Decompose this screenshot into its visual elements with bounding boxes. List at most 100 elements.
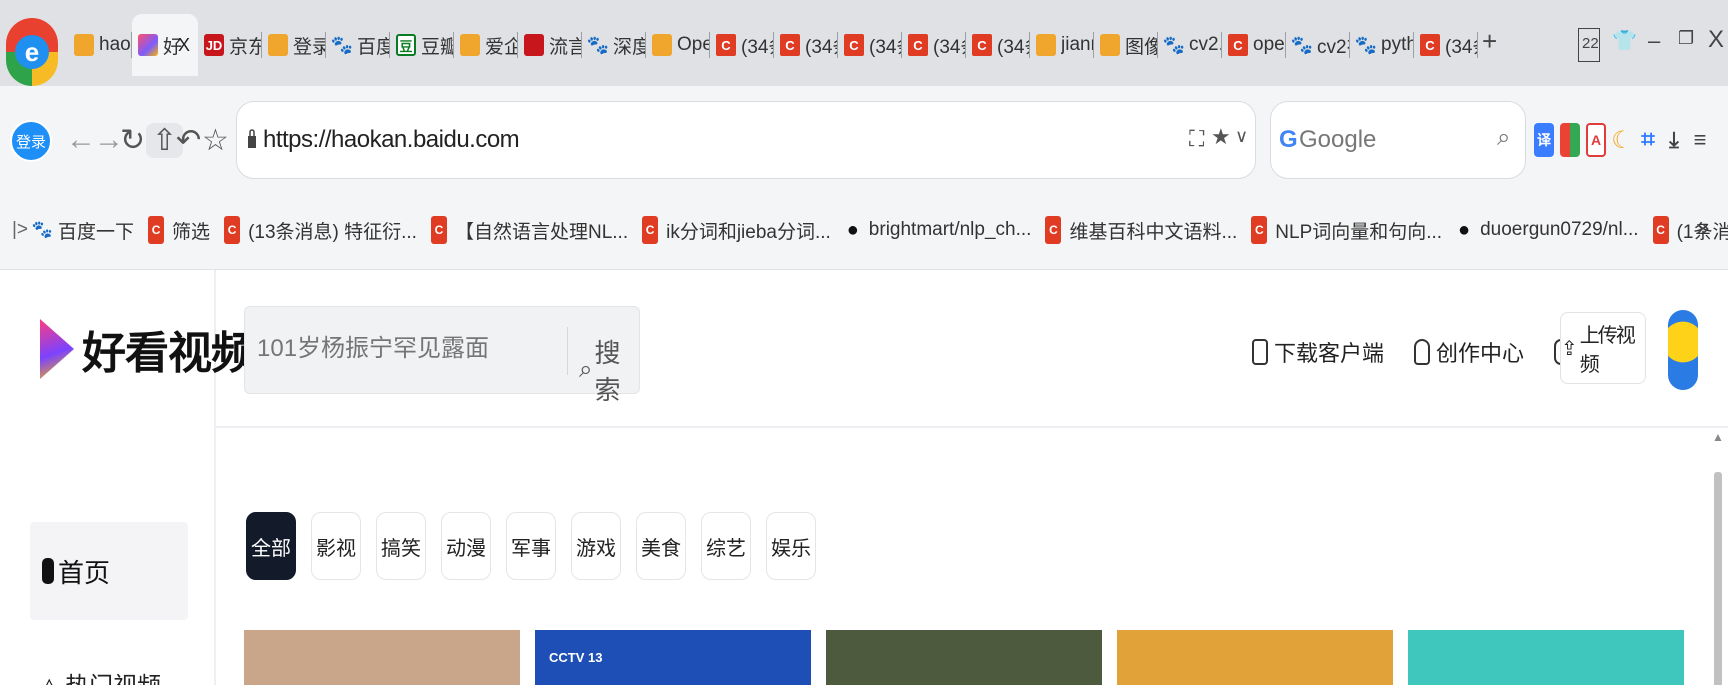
apps-grid-icon[interactable] xyxy=(1560,123,1580,157)
tab-5[interactable]: 豆豆瓣 xyxy=(390,14,454,76)
tab-label: cv2.re xyxy=(1189,34,1222,55)
chevron-down-icon[interactable]: ∨ xyxy=(1235,126,1248,147)
url-text[interactable]: https://haokan.baidu.com xyxy=(263,126,520,154)
new-tab-button[interactable]: + xyxy=(1482,26,1497,57)
douban-icon: 豆 xyxy=(396,34,416,56)
category-tab[interactable]: 娱乐 xyxy=(766,512,816,580)
address-bar[interactable]: https://haokan.baidu.com ⛶ ★ ∨ xyxy=(236,101,1256,179)
category-tab[interactable]: 影视 xyxy=(311,512,361,580)
creator-center-link[interactable]: 创作中心 xyxy=(1414,336,1524,368)
bookmark-toggle-icon[interactable]: |> xyxy=(12,219,28,241)
avatar[interactable] xyxy=(1668,310,1698,390)
video-thumbnail[interactable]: CCTV 13 xyxy=(535,630,811,685)
sidebar-item-hot[interactable]: △ 热门视频 xyxy=(40,666,161,685)
hao123-icon xyxy=(74,34,94,56)
download-client-link[interactable]: 下载客户端 xyxy=(1252,336,1384,368)
bookmark-item[interactable]: C (13条消息) 特征衍... xyxy=(224,216,417,244)
bookmark-item[interactable]: C 【自然语言处理NL... xyxy=(430,216,628,244)
category-tab[interactable]: 全部 xyxy=(246,512,296,580)
tab-7[interactable]: 流言 xyxy=(518,14,582,76)
bulb-icon xyxy=(1414,339,1431,365)
scroll-up-icon[interactable]: ▲ xyxy=(1712,430,1724,444)
login-badge[interactable]: 登录 xyxy=(10,120,52,162)
ie-logo-icon: e xyxy=(6,18,58,86)
search-button[interactable]: ⌕ 搜索 xyxy=(579,333,639,407)
bookmark-item[interactable]: Cik分词和jieba分词... xyxy=(642,216,831,244)
channel-watermark: CCTV 13 xyxy=(549,650,603,665)
tab-21[interactable]: C(34条 xyxy=(1414,14,1478,76)
reload-icon[interactable]: ↻ xyxy=(120,123,145,158)
tab-20[interactable]: 🐾pytho xyxy=(1350,14,1414,76)
tab-3[interactable]: 登录 xyxy=(262,14,326,76)
tab-count-badge[interactable]: 22 xyxy=(1578,28,1600,62)
close-window-button[interactable]: X xyxy=(1708,26,1724,54)
tab-19[interactable]: 🐾cv2在 xyxy=(1286,14,1350,76)
bookmarks-more-icon[interactable]: » xyxy=(1696,214,1709,242)
favorite-star-icon[interactable]: ★ xyxy=(1211,124,1231,150)
back-icon[interactable]: ← xyxy=(66,123,96,157)
close-tab-icon[interactable]: X xyxy=(178,35,190,56)
tab-15[interactable]: jianm xyxy=(1030,14,1094,76)
search-icon[interactable]: ⌕ xyxy=(1497,124,1510,152)
tab-12[interactable]: C(34条 xyxy=(838,14,902,76)
bookmark-item[interactable]: ● brightmart/nlp_ch... xyxy=(845,216,1032,244)
scrollbar[interactable]: ▲ xyxy=(1712,430,1724,685)
bookmark-item[interactable]: C 筛选 xyxy=(148,216,210,244)
skin-icon[interactable]: 👕 xyxy=(1612,28,1637,53)
category-tab[interactable]: 游戏 xyxy=(571,512,621,580)
tab-1[interactable]: 好X xyxy=(132,14,198,76)
tab-6[interactable]: 爱企查 xyxy=(454,14,518,76)
tab-16[interactable]: 图像 xyxy=(1094,14,1158,76)
menu-icon[interactable]: ≡ xyxy=(1690,123,1710,157)
category-tab[interactable]: 美食 xyxy=(636,512,686,580)
tab-8[interactable]: 🐾 深度 xyxy=(582,14,646,76)
bookmark-item[interactable]: ● duoergun0729/nl... xyxy=(1456,216,1639,244)
bookmark-star-icon[interactable]: ☆ xyxy=(202,123,229,158)
video-thumbnail[interactable] xyxy=(1408,630,1684,685)
translate-icon[interactable]: 译 xyxy=(1534,123,1554,157)
tab-9[interactable]: Open xyxy=(646,14,710,76)
baidu-paw-icon: 🐾 xyxy=(1354,34,1378,55)
category-tab[interactable]: 综艺 xyxy=(701,512,751,580)
download-icon[interactable]: ⤓ xyxy=(1664,123,1684,157)
bookmark-item[interactable]: 🐾 百度一下 xyxy=(31,216,134,244)
extension-bar: 译 A ☾ ⌗ ⤓ ≡ xyxy=(1534,116,1710,164)
video-thumbnail[interactable] xyxy=(826,630,1102,685)
undo-close-icon[interactable]: ↶ xyxy=(176,123,201,158)
upload-video-button[interactable]: ⇪ 上传视频 xyxy=(1560,312,1646,384)
video-thumbnail[interactable] xyxy=(1117,630,1393,685)
category-tab[interactable]: 搞笑 xyxy=(376,512,426,580)
search-engine-label: Google xyxy=(1299,126,1377,153)
category-tab[interactable]: 军事 xyxy=(506,512,556,580)
crop-icon[interactable]: ⌗ xyxy=(1638,123,1658,157)
google-icon: G xyxy=(1279,126,1298,153)
csdn-icon: C xyxy=(224,216,241,244)
tab-11[interactable]: C(34条 xyxy=(774,14,838,76)
bookmark-item[interactable]: C 维基百科中文语料... xyxy=(1045,216,1237,244)
bookmark-item[interactable]: C(1条消息) Kibana... xyxy=(1652,216,1728,244)
qr-scan-icon[interactable]: ⛶ xyxy=(1189,126,1204,152)
video-search-input[interactable] xyxy=(257,335,557,363)
tab-4[interactable]: 🐾 百度 xyxy=(326,14,390,76)
pdf-icon[interactable]: A xyxy=(1586,123,1606,157)
lock-icon xyxy=(248,129,256,148)
tab-18[interactable]: Copen xyxy=(1222,14,1286,76)
restore-button[interactable]: ❐ xyxy=(1678,28,1694,49)
search-engine-box[interactable]: G Google ⌕ xyxy=(1270,101,1526,179)
video-thumbnail[interactable] xyxy=(244,630,520,685)
tab-14[interactable]: C(34条 xyxy=(966,14,1030,76)
category-tab[interactable]: 动漫 xyxy=(441,512,491,580)
tab-0[interactable]: hao1 xyxy=(68,14,132,76)
header-divider xyxy=(214,426,1728,428)
scroll-thumb[interactable] xyxy=(1714,472,1722,685)
haokan-logo[interactable]: 好看视频 xyxy=(40,304,255,394)
tab-17[interactable]: 🐾cv2.re xyxy=(1158,14,1222,76)
tab-10[interactable]: C(34条 xyxy=(710,14,774,76)
minimize-button[interactable]: – xyxy=(1648,28,1660,54)
moon-icon[interactable]: ☾ xyxy=(1611,123,1633,157)
sidebar-item-home[interactable]: 首页 xyxy=(30,522,188,620)
aiqicha-icon xyxy=(460,34,480,56)
tab-2[interactable]: JD 京东 xyxy=(198,14,262,76)
tab-13[interactable]: C(34条 xyxy=(902,14,966,76)
bookmark-item[interactable]: C NLP词向量和句向... xyxy=(1251,216,1442,244)
